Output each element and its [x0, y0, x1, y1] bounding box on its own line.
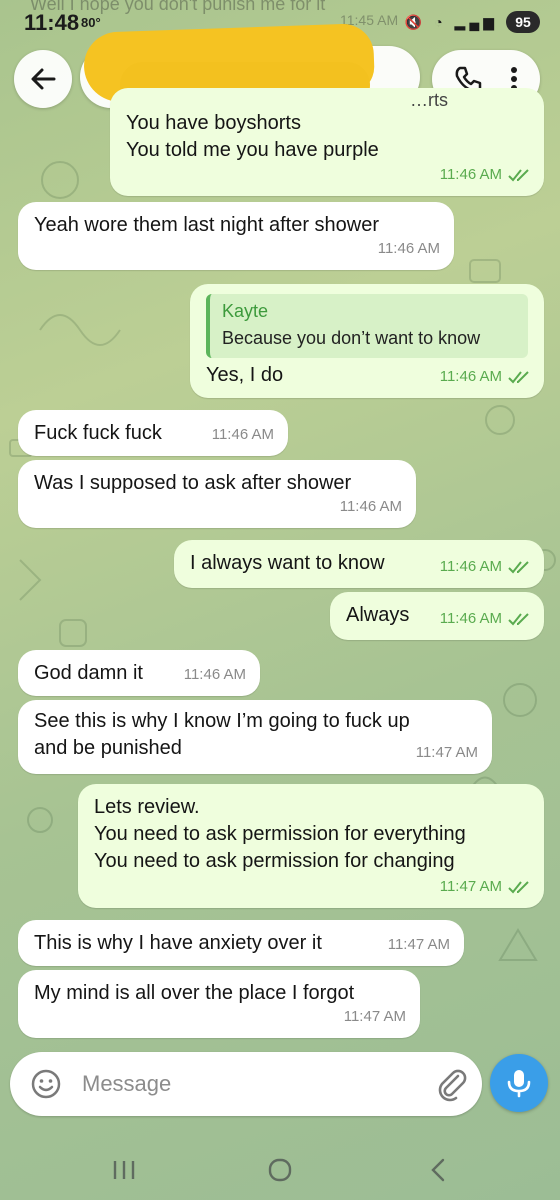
- recents-button[interactable]: [104, 1150, 144, 1190]
- wifi-icon: ◔: [434, 14, 447, 30]
- message-time: 11:46 AM: [339, 498, 402, 515]
- message-meta: 11:47 AM: [440, 873, 530, 900]
- message-incoming[interactable]: Was I supposed to ask after shower 11:46…: [18, 460, 416, 528]
- message-incoming[interactable]: God damn it 11:46 AM: [18, 650, 260, 696]
- message-time: 11:47 AM: [415, 744, 478, 761]
- microphone-icon: [507, 1070, 531, 1098]
- reply-quoted-text: Because you don’t want to know: [222, 328, 481, 348]
- message-outgoing[interactable]: You have boyshorts You told me you have …: [110, 88, 544, 196]
- reply-quote[interactable]: Kayte Because you don’t want to know: [206, 294, 528, 358]
- system-nav-bar: [0, 1128, 560, 1200]
- status-icons: 🔇 ◔ ▂▄▆: [405, 14, 498, 31]
- message-incoming[interactable]: My mind is all over the place I forgot 1…: [18, 970, 420, 1038]
- emoji-icon[interactable]: [30, 1068, 62, 1100]
- double-check-icon: [508, 168, 529, 181]
- message-input[interactable]: [82, 1064, 402, 1104]
- message-time: 11:47 AM: [343, 1008, 406, 1025]
- message-outgoing[interactable]: I always want to know 11:46 AM: [174, 540, 544, 588]
- message-meta: 11:46 AM: [378, 235, 440, 262]
- message-meta: 11:46 AM: [184, 661, 246, 688]
- recents-icon: [113, 1161, 135, 1179]
- message-time: 11:46 AM: [377, 240, 440, 257]
- system-back-button[interactable]: [418, 1150, 458, 1190]
- double-check-icon: [508, 560, 529, 573]
- double-check-icon: [508, 880, 529, 893]
- reply-sender-name: Kayte: [222, 301, 269, 321]
- double-check-icon: [508, 370, 529, 383]
- message-time: 11:46 AM: [439, 368, 502, 385]
- message-time: 11:46 AM: [211, 426, 274, 443]
- arrow-left-icon: [31, 68, 56, 90]
- message-meta: 11:46 AM: [440, 605, 530, 632]
- signal-icon: ▂▄▆: [454, 14, 498, 30]
- back-button[interactable]: [14, 50, 72, 108]
- message-composer: [10, 1052, 482, 1116]
- message-time: 11:47 AM: [439, 878, 502, 895]
- double-check-icon: [508, 612, 529, 625]
- message-time: 11:47 AM: [387, 936, 450, 953]
- status-clock: 11:48: [24, 10, 80, 35]
- message-time: 11:46 AM: [439, 166, 502, 183]
- message-outgoing[interactable]: Always 11:46 AM: [330, 592, 544, 640]
- mute-icon: 🔇: [404, 14, 427, 30]
- home-icon: [268, 1158, 292, 1182]
- message-text: You have boyshorts You told me you have …: [126, 112, 379, 161]
- message-meta: 11:46 AM: [212, 421, 274, 448]
- home-button[interactable]: [260, 1150, 300, 1190]
- message-meta: 11:47 AM: [344, 1003, 406, 1030]
- status-temperature: 80°: [81, 15, 101, 30]
- message-meta: 11:47 AM: [388, 931, 450, 958]
- message-meta: 11:46 AM: [340, 493, 402, 520]
- message-outgoing[interactable]: Kayte Because you don’t want to know Yes…: [190, 284, 544, 398]
- message-incoming[interactable]: Fuck fuck fuck 11:46 AM: [18, 410, 288, 456]
- message-meta: 11:46 AM: [440, 553, 530, 580]
- message-text: Lets review. You need to ask permission …: [94, 796, 466, 872]
- back-icon: [431, 1158, 445, 1182]
- microphone-button[interactable]: [490, 1054, 548, 1112]
- message-meta: 11:46 AM: [440, 161, 530, 188]
- paperclip-icon[interactable]: [434, 1066, 470, 1102]
- message-text: This is why I have anxiety over it: [34, 932, 322, 954]
- message-meta: 11:46 AM: [440, 363, 530, 390]
- message-text: See this is why I know I’m going to fuck…: [34, 710, 410, 759]
- message-meta: 11:47 AM: [416, 739, 478, 766]
- clipped-partial-text: …rts: [410, 90, 448, 110]
- message-time: 11:46 AM: [183, 666, 246, 683]
- message-incoming[interactable]: Yeah wore them last night after shower 1…: [18, 202, 454, 270]
- message-time: 11:46 AM: [439, 558, 502, 575]
- message-outgoing[interactable]: Lets review. You need to ask permission …: [78, 784, 544, 908]
- message-incoming[interactable]: See this is why I know I’m going to fuck…: [18, 700, 492, 774]
- message-time: 11:46 AM: [439, 610, 502, 627]
- message-incoming[interactable]: This is why I have anxiety over it 11:47…: [18, 920, 464, 966]
- battery-indicator: 95: [506, 11, 540, 33]
